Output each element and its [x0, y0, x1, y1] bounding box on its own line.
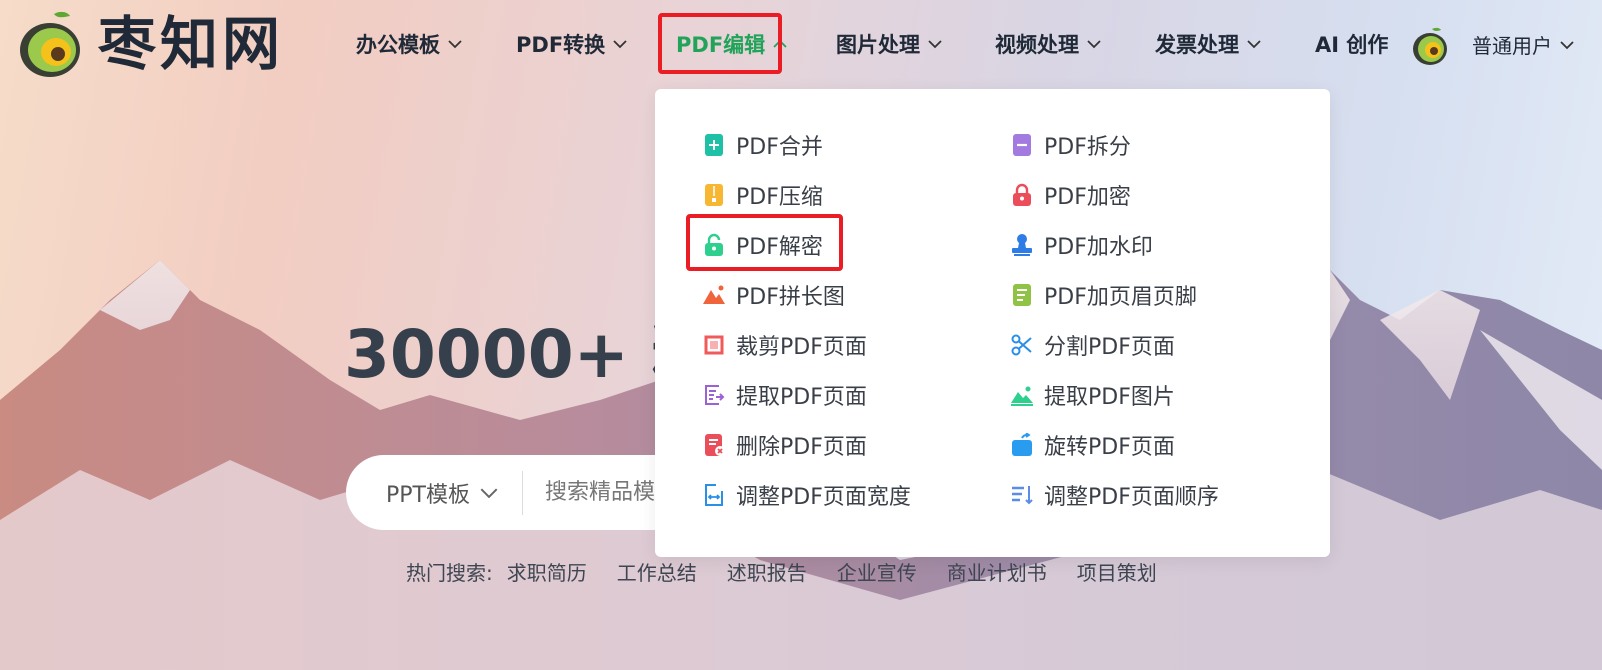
hot-search-term[interactable]: 工作总结 [617, 557, 697, 586]
menu-extract-pdf-page[interactable]: 提取PDF页面 [702, 375, 867, 415]
hot-search-label: 热门搜索: [406, 561, 493, 585]
user-name: 普通用户 [1472, 34, 1552, 58]
nav-label: PDF转换 [516, 33, 606, 57]
chevron-down-icon [448, 40, 462, 49]
hot-search-term[interactable]: 述职报告 [727, 557, 807, 586]
hot-search-term[interactable]: 企业宣传 [837, 557, 917, 586]
chevron-down-icon [1247, 40, 1261, 49]
nav-office-templates[interactable]: 办公模板 [356, 24, 462, 64]
hot-search-term[interactable]: 项目策划 [1077, 557, 1157, 586]
menu-pdf-encrypt[interactable]: PDF加密 [1010, 175, 1131, 215]
menu-crop-pdf-page[interactable]: 裁剪PDF页面 [702, 325, 867, 365]
menu-rotate-pdf-page[interactable]: 旋转PDF页面 [1010, 425, 1175, 465]
menu-label: 旋转PDF页面 [1044, 435, 1175, 460]
reorder-icon [1012, 486, 1033, 505]
menu-label: PDF加页眉页脚 [1044, 285, 1197, 310]
menu-delete-pdf-page[interactable]: 删除PDF页面 [702, 425, 867, 465]
hot-search-term[interactable]: 求职简历 [507, 557, 587, 586]
nav-invoice-processing[interactable]: 发票处理 [1155, 24, 1261, 64]
lock-icon [1013, 183, 1031, 206]
scissors-icon [1011, 334, 1032, 356]
nav-label: 办公模板 [356, 33, 440, 57]
pdf-edit-dropdown: PDF合并 PDF压缩 PDF解密 PDF拼长图 裁剪PDF页面 提取PDF页面… [655, 89, 1330, 557]
chevron-down-icon [1087, 40, 1101, 49]
menu-label: 提取PDF图片 [1044, 385, 1175, 410]
resize-width-icon [705, 484, 723, 506]
nav-video-processing[interactable]: 视频处理 [995, 24, 1101, 64]
rotate-icon [1012, 433, 1032, 456]
menu-label: PDF加密 [1044, 185, 1131, 210]
menu-label: 调整PDF页面顺序 [1044, 485, 1219, 510]
menu-label: 分割PDF页面 [1044, 335, 1175, 360]
mountain-image-icon [703, 285, 725, 304]
chevron-down-icon [928, 40, 942, 49]
menu-pdf-watermark[interactable]: PDF加水印 [1010, 225, 1153, 265]
stamp-icon [1012, 234, 1032, 256]
menu-label: PDF加水印 [1044, 235, 1153, 260]
menu-extract-pdf-image[interactable]: 提取PDF图片 [1010, 375, 1175, 415]
hot-searches: 热门搜索: 求职简历 工作总结 述职报告 企业宣传 商业计划书 项目策划 [406, 557, 1187, 586]
extract-page-icon [705, 385, 725, 405]
menu-pdf-split[interactable]: PDF拆分 [1010, 125, 1131, 165]
menu-label: PDF拆分 [1044, 135, 1131, 160]
chevron-down-icon [1560, 40, 1574, 49]
menu-label: 删除PDF页面 [736, 435, 867, 460]
menu-label: PDF合并 [736, 135, 823, 160]
search-category-select[interactable]: PPT模板 [386, 477, 498, 509]
highlight-pdf-decrypt [686, 214, 843, 271]
nav-image-processing[interactable]: 图片处理 [836, 24, 942, 64]
highlight-nav-pdf-edit [658, 13, 782, 74]
nav-label: AI 创作 [1315, 33, 1389, 57]
menu-pdf-header-footer[interactable]: PDF加页眉页脚 [1010, 275, 1197, 315]
menu-pdf-compress[interactable]: PDF压缩 [702, 175, 823, 215]
menu-label: PDF拼长图 [736, 285, 845, 310]
nav-pdf-convert[interactable]: PDF转换 [516, 24, 627, 64]
menu-pdf-merge[interactable]: PDF合并 [702, 125, 823, 165]
crop-icon [704, 335, 724, 355]
nav-label: 发票处理 [1155, 33, 1239, 57]
image-icon [1011, 386, 1033, 406]
search-category-label: PPT模板 [386, 482, 470, 508]
menu-label: 调整PDF页面宽度 [736, 485, 911, 510]
menu-split-pdf-page[interactable]: 分割PDF页面 [1010, 325, 1175, 365]
menu-adjust-page-width[interactable]: 调整PDF页面宽度 [702, 475, 911, 515]
search-divider [521, 470, 523, 515]
delete-page-icon [705, 434, 725, 456]
header-footer-icon [1013, 284, 1031, 306]
menu-pdf-long-image[interactable]: PDF拼长图 [702, 275, 845, 315]
menu-label: PDF压缩 [736, 185, 823, 210]
nav-label: 视频处理 [995, 33, 1079, 57]
user-avatar[interactable] [1410, 26, 1450, 66]
split-file-icon [1013, 134, 1031, 156]
hot-search-term[interactable]: 商业计划书 [947, 557, 1047, 586]
top-nav: 办公模板 PDF转换 PDF编辑 图片处理 视频处理 发票处理 AI 创作 普通… [0, 0, 1602, 90]
menu-reorder-pdf-pages[interactable]: 调整PDF页面顺序 [1010, 475, 1219, 515]
add-file-icon [705, 134, 723, 156]
nav-label: 图片处理 [836, 33, 920, 57]
chevron-down-icon [480, 488, 498, 498]
menu-label: 提取PDF页面 [736, 385, 867, 410]
nav-ai-create[interactable]: AI 创作 [1315, 24, 1388, 64]
menu-label: 裁剪PDF页面 [736, 335, 867, 360]
user-menu[interactable]: 普通用户 [1472, 30, 1574, 59]
zip-icon [705, 184, 723, 206]
chevron-down-icon [613, 40, 627, 49]
